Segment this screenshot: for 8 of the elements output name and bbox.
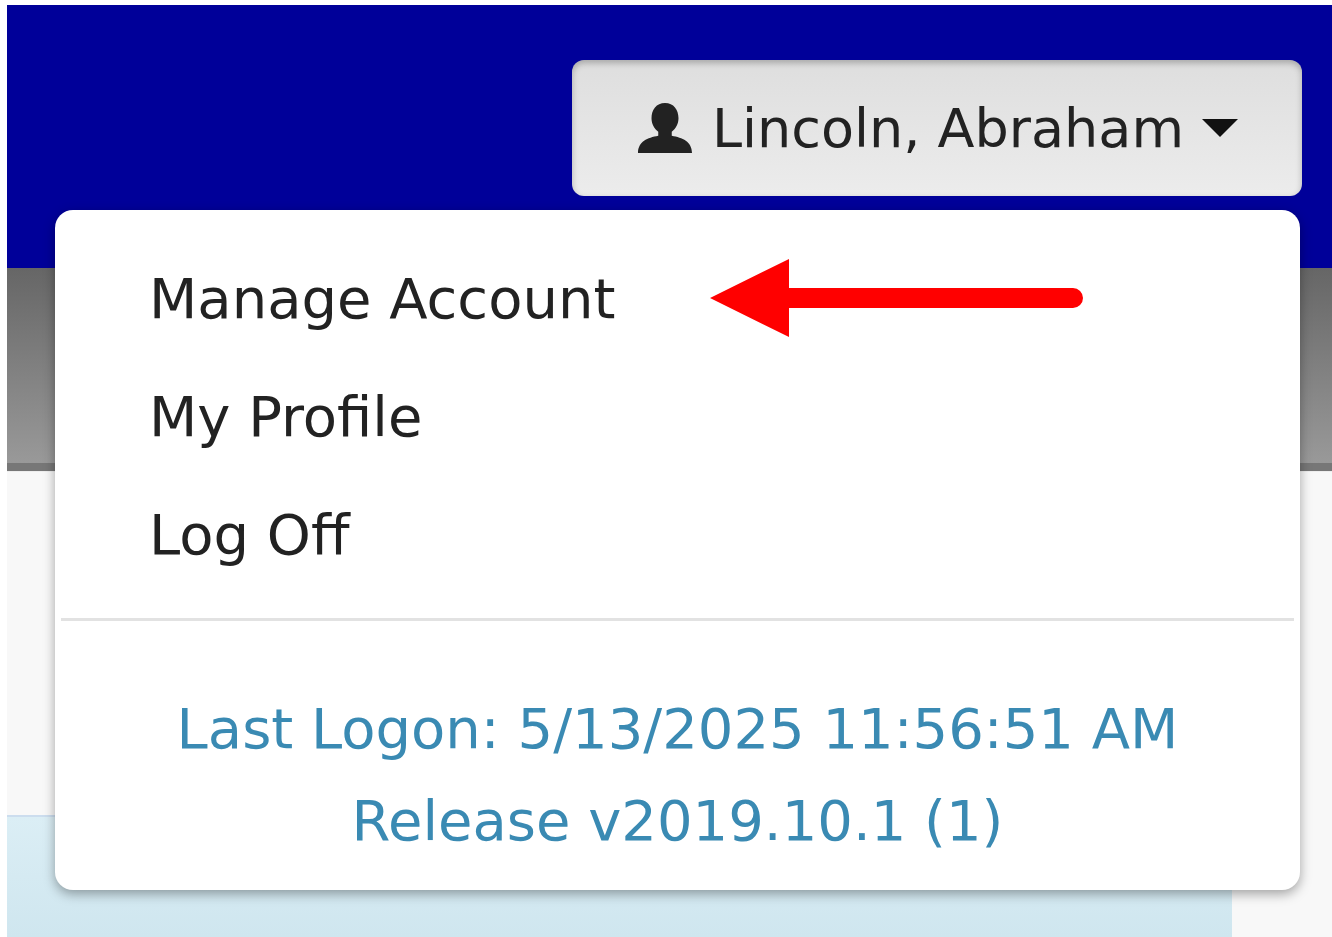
menu-item[interactable]: My Profile: [149, 378, 1300, 456]
last-logon-text: Last Logon: 5/13/2025 11:56:51 AM: [176, 695, 1179, 763]
person-icon: [636, 101, 694, 155]
menu-item[interactable]: Manage Account: [149, 260, 1300, 338]
user-menu-button[interactable]: Lincoln, Abraham: [572, 60, 1302, 196]
release-text: Release v2019.10.1 (1): [351, 787, 1004, 855]
caret-icon: [1202, 119, 1238, 137]
menu-item[interactable]: Log Off: [149, 496, 1300, 574]
